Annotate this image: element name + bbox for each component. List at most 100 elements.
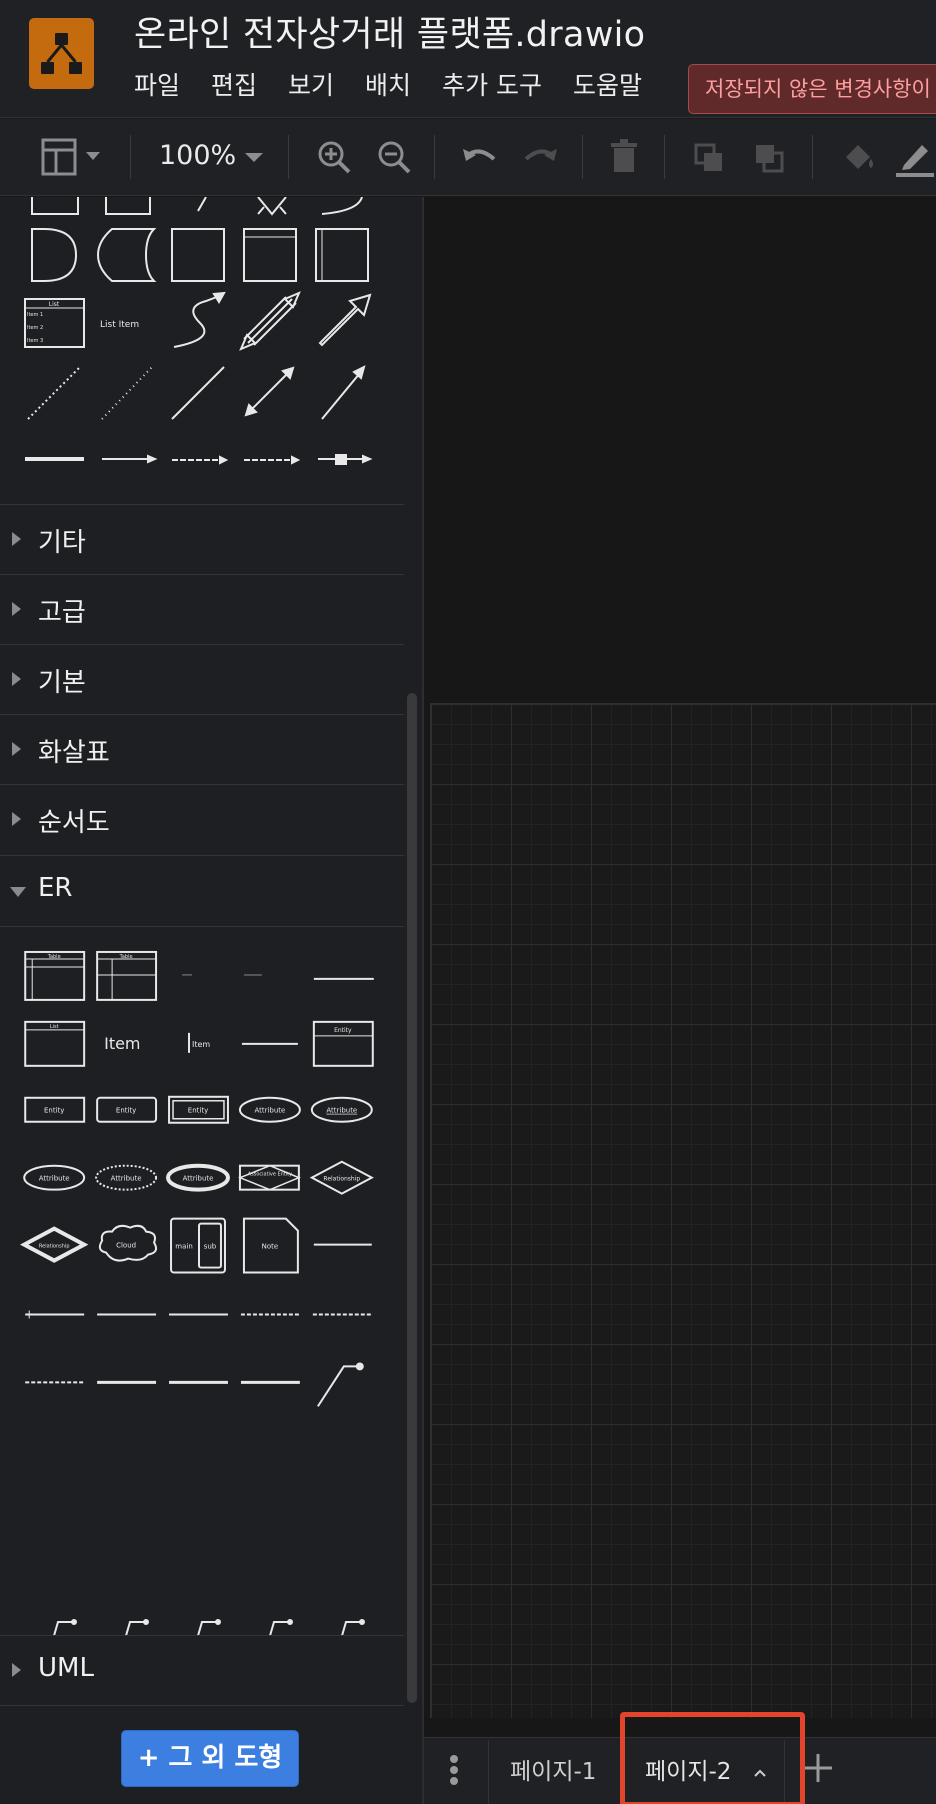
er-table-shape[interactable]: Table <box>24 950 86 1001</box>
zoom-level[interactable]: 100% <box>159 140 236 171</box>
drawio-logo-icon[interactable] <box>29 18 94 89</box>
category-basic[interactable]: 기본 <box>0 644 404 714</box>
toolbar: 100% <box>0 119 936 196</box>
unsaved-changes-button[interactable]: 저장되지 않은 변경사항이 <box>688 64 936 114</box>
zoom-dropdown-chevron-icon[interactable] <box>243 137 265 177</box>
er-derived-attribute-shape[interactable]: Attribute <box>95 1164 158 1191</box>
shape-list[interactable]: List Item 1 Item 2 Item 3 <box>24 298 85 348</box>
caret-right-icon <box>12 812 21 826</box>
menu-extras[interactable]: 추가 도구 <box>442 68 542 104</box>
shape-dashed-line[interactable] <box>101 366 153 420</box>
redo-icon[interactable] <box>520 137 560 177</box>
general-shapes-grid: List Item 1 Item 2 Item 3 List Item <box>24 197 373 465</box>
add-page-icon[interactable] <box>800 1750 836 1786</box>
more-shapes-button[interactable]: + 그 외 도형 <box>121 1730 299 1787</box>
er-table-label: Table <box>47 954 61 960</box>
menu-edit[interactable]: 편집 <box>211 68 257 104</box>
er-entity-attributes-shape[interactable]: Entity <box>312 1020 374 1067</box>
er-note-shape[interactable]: Note <box>242 1217 299 1274</box>
category-label: ER <box>38 873 73 903</box>
shape-swimlane-vertical[interactable] <box>315 228 369 282</box>
er-entity-label: Entity <box>334 1027 352 1034</box>
category-label: UML <box>38 1653 94 1683</box>
shape-connector-two-labels[interactable] <box>244 455 301 465</box>
caret-right-icon <box>12 1663 21 1677</box>
diagram-page-grid[interactable] <box>430 703 936 1718</box>
undo-icon[interactable] <box>460 137 500 177</box>
shape-list-item[interactable]: List Item <box>100 320 139 330</box>
caret-right-icon <box>12 742 21 756</box>
er-attribute-label: Attribute <box>254 1107 285 1115</box>
category-flowchart[interactable]: 순서도 <box>0 784 404 854</box>
to-front-icon[interactable] <box>692 137 728 177</box>
er-entity-rounded-shape[interactable]: Entity <box>96 1096 158 1123</box>
shape-triangle-partial[interactable] <box>197 197 207 212</box>
er-item-shape[interactable]: Item <box>104 1034 140 1053</box>
er-entity-shape[interactable]: Entity <box>24 1096 86 1123</box>
shape-line[interactable] <box>171 366 225 420</box>
menu-arrange[interactable]: 배치 <box>365 68 411 104</box>
app-header: 온라인 전자상거래 플랫폼.drawio 파일 편집 보기 배치 추가 도구 도… <box>0 0 936 118</box>
er-attribute-plain-shape[interactable]: Attribute <box>23 1164 86 1191</box>
shape-curved-arrow[interactable] <box>173 291 226 348</box>
er-main-label: main <box>175 1243 192 1251</box>
er-item-bar-shape[interactable]: Item <box>188 1032 210 1053</box>
category-misc[interactable]: 기타 <box>0 504 404 574</box>
er-elbow-connector[interactable] <box>317 1362 364 1407</box>
er-attribute-shape[interactable]: Attribute <box>238 1096 301 1123</box>
shape-connector-label[interactable] <box>172 455 229 465</box>
format-panel-icon[interactable] <box>40 137 106 177</box>
er-identifying-relationship-shape[interactable]: Relationship <box>19 1226 89 1263</box>
er-associative-entity-shape[interactable]: Associative Entity <box>237 1164 301 1191</box>
shape-double-arrow[interactable] <box>239 291 301 351</box>
line-color-icon[interactable] <box>894 137 934 177</box>
category-uml[interactable]: UML <box>0 1635 404 1705</box>
list-header-text: List <box>49 301 60 308</box>
er-table-two-keys-shape[interactable]: Table <box>96 950 158 1001</box>
shape-square[interactable] <box>171 228 225 282</box>
er-entity-label: Entity <box>116 1107 136 1115</box>
shape-container[interactable] <box>243 228 297 282</box>
to-back-icon[interactable] <box>752 137 788 177</box>
category-er[interactable]: ER <box>0 855 404 925</box>
zoom-in-icon[interactable] <box>316 137 352 177</box>
tab-page-1[interactable]: 페이지-1 <box>510 1756 596 1796</box>
er-key-attribute-shape[interactable]: Attribute <box>310 1096 373 1123</box>
shape-cross-partial[interactable] <box>257 197 287 216</box>
shape-rectangle-partial-2[interactable] <box>105 197 151 215</box>
document-title[interactable]: 온라인 전자상거래 플랫폼.drawio <box>134 6 645 57</box>
shape-directional-arrow[interactable] <box>321 365 366 420</box>
fill-color-icon[interactable] <box>838 137 878 177</box>
shape-connector-with-symbol[interactable] <box>318 454 373 465</box>
er-multivalue-attribute-shape[interactable]: Attribute <box>166 1163 230 1192</box>
pages-menu-icon[interactable] <box>444 1755 464 1791</box>
er-associative-label: Associative Entity <box>248 1172 292 1178</box>
toolbar-separator <box>664 135 665 179</box>
menu-file[interactable]: 파일 <box>134 68 180 104</box>
shape-dotted-line[interactable] <box>27 366 81 420</box>
sidebar-scrollbar[interactable] <box>407 693 417 1703</box>
er-one-to-one-line[interactable] <box>25 1310 85 1319</box>
category-advanced[interactable]: 고급 <box>0 574 404 644</box>
shape-rectangle-partial[interactable] <box>31 197 79 215</box>
delete-icon[interactable] <box>606 137 642 177</box>
zoom-out-icon[interactable] <box>376 137 412 177</box>
shape-data-storage[interactable] <box>96 228 157 282</box>
menu-help[interactable]: 도움말 <box>573 68 642 104</box>
er-main-sub-shape[interactable]: main sub <box>170 1217 226 1274</box>
er-cloud-shape[interactable]: Cloud <box>98 1224 158 1262</box>
shape-labeled-arrow[interactable] <box>102 454 158 464</box>
list-item-text: List Item <box>100 320 139 330</box>
shape-delay[interactable] <box>31 228 78 282</box>
er-attribute-label: Attribute <box>326 1107 357 1115</box>
er-weak-entity-shape[interactable]: Entity <box>168 1095 229 1124</box>
category-label: 화살표 <box>38 738 110 768</box>
menu-view[interactable]: 보기 <box>288 68 334 104</box>
er-relationship-shape[interactable]: Relationship <box>309 1160 374 1195</box>
toolbar-separator <box>130 135 131 179</box>
shape-curve-partial[interactable] <box>321 197 363 215</box>
er-list-shape[interactable]: List <box>24 1020 86 1067</box>
shape-bidirectional-arrow[interactable] <box>244 366 295 417</box>
category-arrows[interactable]: 화살표 <box>0 714 404 784</box>
shape-block-arrow[interactable] <box>318 293 372 347</box>
